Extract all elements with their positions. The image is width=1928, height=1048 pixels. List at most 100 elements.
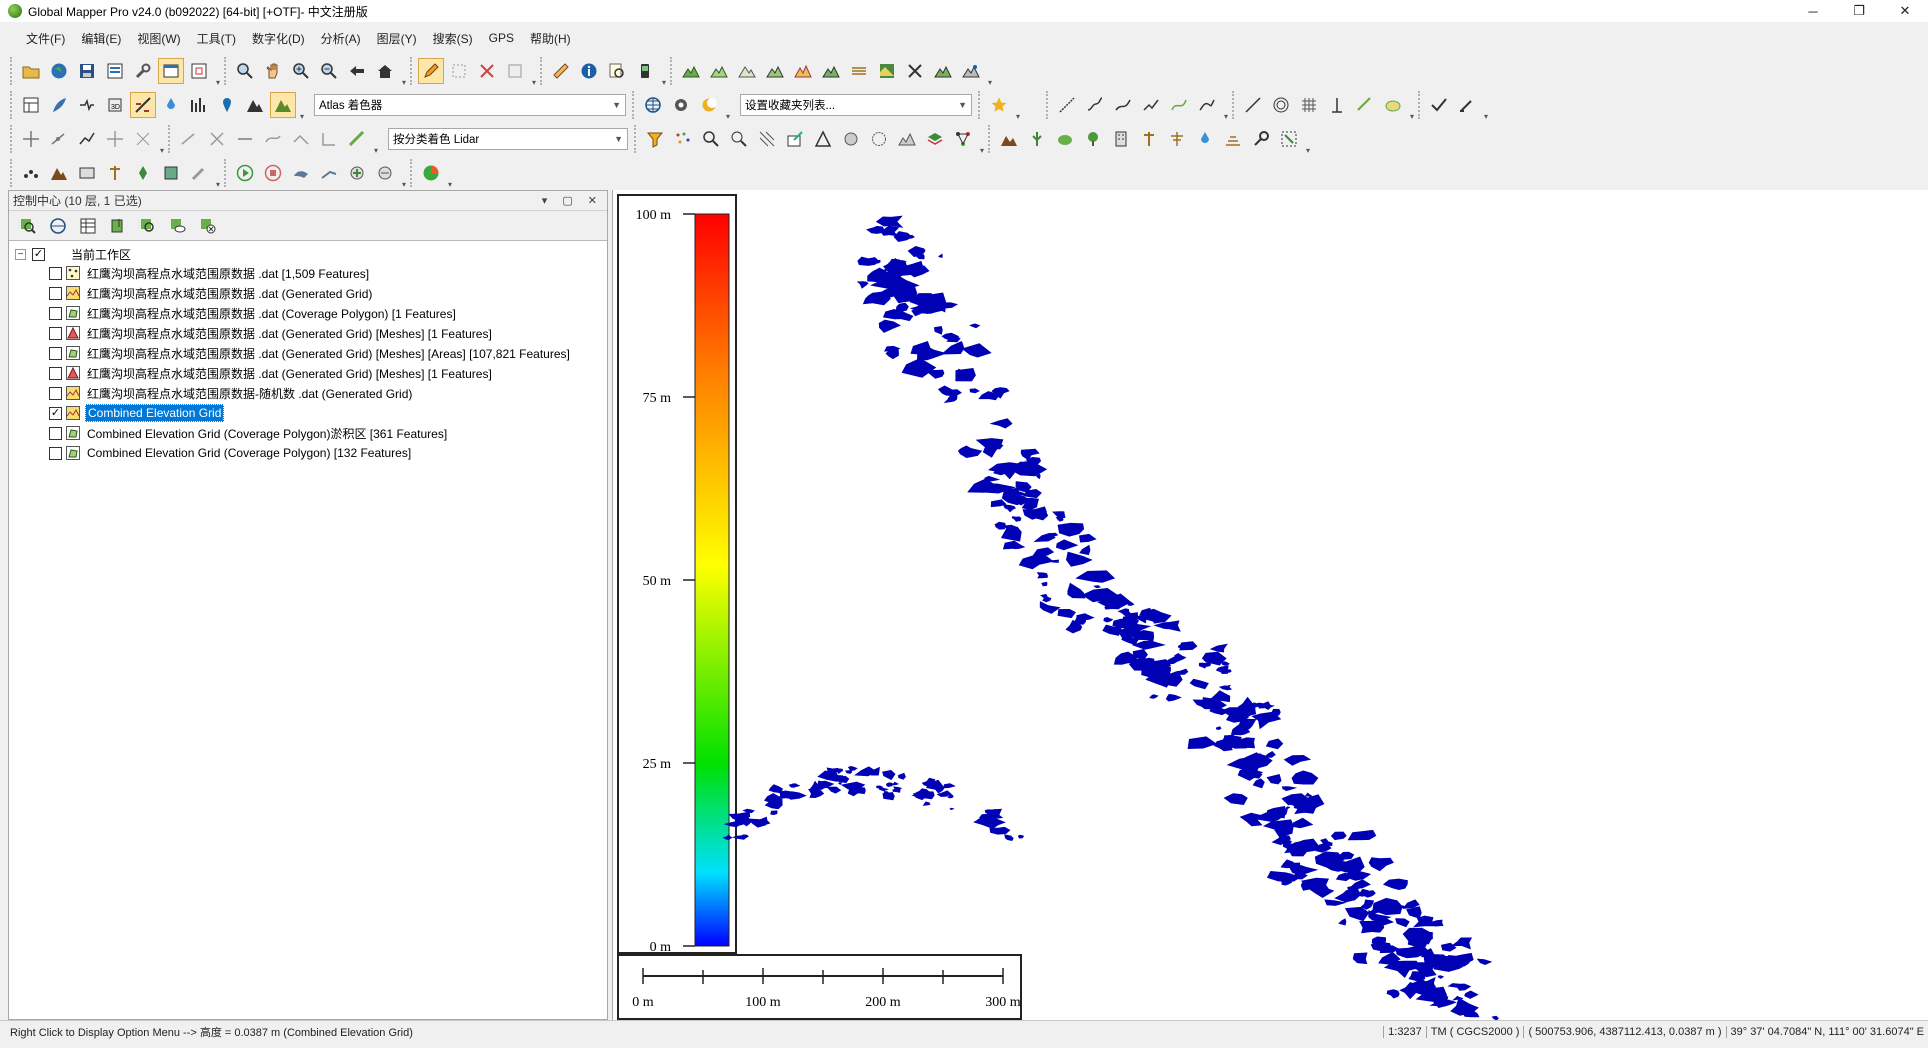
connect-vertex-icon[interactable] [74,126,100,152]
layer-row[interactable]: 红鹰沟坝高程点水域范围原数据-随机数 .dat (Generated Grid) [15,383,607,403]
favorites-select[interactable]: 设置收藏夹列表... ▼ [740,94,972,116]
draw-smooth-icon[interactable] [1166,92,1192,118]
restore-button[interactable]: ❐ [1836,0,1882,22]
lidar-points-icon[interactable] [670,126,696,152]
menu-file[interactable]: 文件(F) [18,28,73,49]
move-vertex-icon[interactable] [18,126,44,152]
edit-vertex-icon[interactable] [1454,92,1480,118]
layer-visibility-checkbox[interactable] [49,386,62,400]
layer-visibility-checkbox[interactable] [49,286,62,300]
lidar-sphere-icon[interactable] [866,126,892,152]
collapse-icon[interactable]: − [15,248,26,260]
open-folder-icon[interactable] [18,58,44,84]
draw-line-icon[interactable] [1054,92,1080,118]
path-profile-icon[interactable] [762,58,788,84]
cut-fill-icon[interactable] [846,58,872,84]
remove-layer-icon[interactable] [372,160,398,186]
back-arrow-icon[interactable] [344,58,370,84]
minimize-button[interactable]: ─ [1790,0,1836,22]
layer-options-icon[interactable] [105,213,131,239]
home-icon[interactable] [372,58,398,84]
digitizer-pencil-icon[interactable] [418,58,444,84]
measure-ruler-icon[interactable] [548,58,574,84]
lidar-edit-icon[interactable] [782,126,808,152]
stop-icon[interactable] [260,160,286,186]
draw-polyline-icon[interactable] [1138,92,1164,118]
close-button[interactable]: ✕ [1882,0,1928,22]
layer-globe-icon[interactable] [45,213,71,239]
trim-icon[interactable] [316,126,342,152]
check-icon[interactable] [1426,92,1452,118]
gps-export-icon[interactable] [158,160,184,186]
menu-search[interactable]: 搜索(S) [425,28,481,49]
cut-icon[interactable] [204,126,230,152]
layer-visibility-checkbox[interactable] [49,346,62,360]
zoom-in-icon[interactable] [288,58,314,84]
pie-chart-icon[interactable] [418,160,444,186]
mountain-icon[interactable] [242,92,268,118]
zoom-tool-icon[interactable] [232,58,258,84]
workspace-root[interactable]: − ✓ 当前工作区 [15,245,607,263]
layer-visibility-checkbox[interactable] [49,326,62,340]
grid-create-icon[interactable] [1296,92,1322,118]
extract-tree-icon[interactable] [1080,126,1106,152]
online-data-icon[interactable] [640,92,666,118]
layer-visibility-icon[interactable] [165,213,191,239]
delete-feature-icon[interactable] [474,58,500,84]
simplify-icon[interactable] [288,126,314,152]
draw-curve-icon[interactable] [1110,92,1136,118]
elevation-query-icon[interactable] [1324,92,1350,118]
ruler-edit-icon[interactable] [344,126,370,152]
extract-water-icon[interactable] [1192,126,1218,152]
extract-building-icon[interactable] [1108,126,1134,152]
settings-gear-icon[interactable] [668,92,694,118]
measure-distance-icon[interactable] [1240,92,1266,118]
gps-mark-icon[interactable] [130,160,156,186]
lidar-query-icon[interactable] [726,126,752,152]
gps-terrain-icon[interactable] [46,160,72,186]
rotate-feature-icon[interactable] [130,126,156,152]
elevation-legend-icon[interactable] [186,92,212,118]
zoom-out-icon[interactable] [316,58,342,84]
split-line-icon[interactable] [176,126,202,152]
key-icon[interactable] [1248,126,1274,152]
layout-icon[interactable] [18,92,44,118]
join-icon[interactable] [232,126,258,152]
layer-row[interactable]: 红鹰沟坝高程点水域范围原数据 .dat (Generated Grid) [Me… [15,363,607,383]
layer-row[interactable]: 红鹰沟坝高程点水域范围原数据 .dat [1,509 Features] [15,263,607,283]
triangle-icon[interactable] [810,126,836,152]
terrain-analysis-icon[interactable] [678,58,704,84]
search-feature-icon[interactable] [604,58,630,84]
layer-row[interactable]: Combined Elevation Grid (Coverage Polygo… [15,423,607,443]
menu-gps[interactable]: GPS [481,29,522,47]
contour-icon[interactable] [706,58,732,84]
watershed-icon[interactable] [790,58,816,84]
layer-visibility-checkbox[interactable]: ✓ [49,406,62,420]
terrain-paint-icon[interactable] [930,58,956,84]
save-icon[interactable] [74,58,100,84]
gps-waypoint-icon[interactable] [102,160,128,186]
workspace-checkbox[interactable]: ✓ [32,247,45,261]
panel-window-controls[interactable]: ▾ ▢ ✕ [542,194,603,207]
pan-hand-icon[interactable] [260,58,286,84]
gps-points-icon[interactable] [18,160,44,186]
layer-visibility-checkbox[interactable] [49,446,62,460]
buffer-icon[interactable] [1380,92,1406,118]
smooth-icon[interactable] [260,126,286,152]
lidar-color-select[interactable]: 按分类着色 Lidar ▼ [388,128,628,150]
lidar-person-icon[interactable] [958,58,984,84]
extract-pole-icon[interactable] [1136,126,1162,152]
view-shed-icon[interactable] [734,58,760,84]
layer-visibility-checkbox[interactable] [49,266,62,280]
snap-icon[interactable] [1352,92,1378,118]
lidar-search-icon[interactable] [698,126,724,152]
gps-device-icon[interactable] [632,58,658,84]
control-center-icon[interactable] [158,58,184,84]
fly-path-icon[interactable] [316,160,342,186]
wrench-icon[interactable] [130,58,156,84]
overview-map-icon[interactable] [186,58,212,84]
layer-row[interactable]: 红鹰沟坝高程点水域范围原数据 .dat (Generated Grid) [Me… [15,343,607,363]
lidar-filter-icon[interactable] [642,126,668,152]
menu-view[interactable]: 视图(W) [129,28,188,49]
menu-digitize[interactable]: 数字化(D) [244,28,313,49]
